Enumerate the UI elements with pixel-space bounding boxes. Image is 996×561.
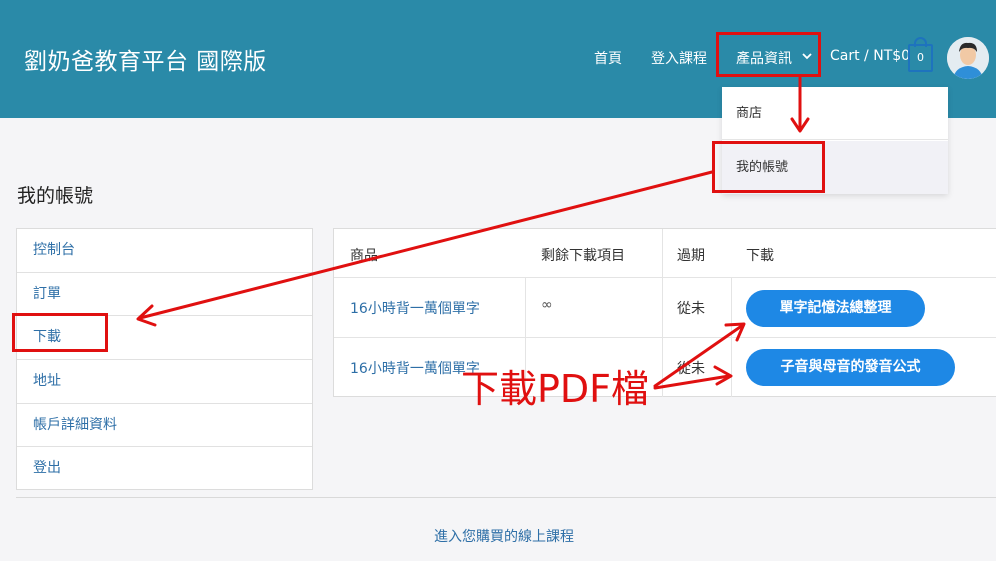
annotation-label: 下載PDF檔 <box>461 367 650 411</box>
annotation-arrows <box>136 76 810 390</box>
